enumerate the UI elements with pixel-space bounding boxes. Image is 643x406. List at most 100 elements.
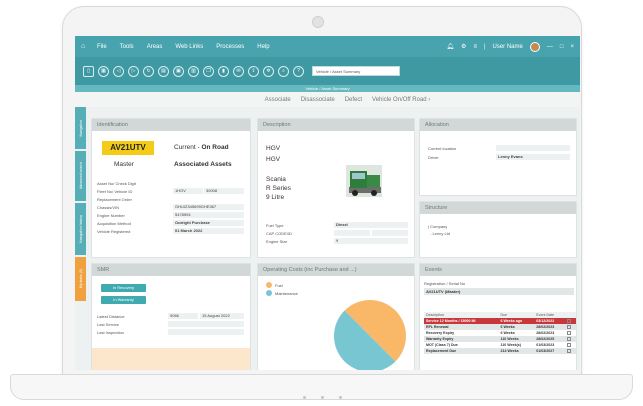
field-label: Latest Distance: [97, 314, 125, 319]
field-label: Fleet No/ Vehicle ID: [97, 189, 133, 194]
events-title: Events: [420, 264, 576, 276]
settings-icon[interactable]: ✲: [263, 65, 274, 77]
field-value: [496, 145, 570, 151]
description-lines: HGV HGV: [266, 143, 280, 165]
edit-icon[interactable]: [566, 325, 571, 330]
page-title: Vehicle / Asset Summary: [75, 85, 580, 92]
legend-item: Fuel: [266, 282, 298, 288]
structure-child[interactable]: - Lenny Ltd: [430, 231, 450, 236]
master-label: Master: [114, 161, 134, 168]
disassociate-button[interactable]: Disassociate: [301, 97, 335, 103]
edit-icon[interactable]: [566, 337, 571, 342]
defect-button[interactable]: Defect: [345, 97, 362, 103]
associated-assets-link[interactable]: Associated Assets: [174, 161, 232, 168]
vehicle-type: HGV: [266, 145, 281, 152]
document-icon[interactable]: ▯: [83, 65, 94, 77]
allocation-title: Allocation: [420, 119, 576, 131]
edit-icon[interactable]: [566, 343, 571, 348]
structure-company[interactable]: | Company: [428, 224, 447, 229]
menu-file[interactable]: File: [97, 44, 107, 50]
help-icon[interactable]: ?: [293, 65, 304, 77]
associate-button[interactable]: Associate: [265, 97, 291, 103]
bell-icon[interactable]: 🔔︎: [446, 43, 454, 50]
field-value: Outright Purchase: [173, 220, 244, 226]
print-icon[interactable]: ▤: [158, 65, 169, 77]
save-icon[interactable]: ▣: [173, 65, 184, 77]
upload-icon[interactable]: ⇪: [248, 65, 259, 77]
field-value: 5478594: [173, 212, 244, 218]
vehicle-class: HGV: [266, 156, 281, 163]
edit-icon[interactable]: [566, 331, 571, 336]
edit-icon[interactable]: [566, 319, 571, 324]
back-icon[interactable]: ◁: [113, 65, 124, 77]
event-date: 01/03/2027: [534, 348, 565, 355]
menu-areas[interactable]: Areas: [147, 44, 163, 50]
copy-icon[interactable]: ❐: [203, 65, 214, 77]
vehicle-on-off-road-button[interactable]: Vehicle On/Off Road ›: [372, 97, 430, 103]
gear-icon[interactable]: ⚙: [461, 43, 466, 50]
current-status: Current - On Road: [174, 144, 229, 151]
minimize-icon[interactable]: —: [547, 44, 553, 50]
tab-navigation[interactable]: Navigation: [75, 107, 86, 149]
field-label: Driver: [428, 155, 439, 160]
mail-icon[interactable]: ✉: [233, 65, 244, 77]
menu-help[interactable]: Help: [257, 44, 269, 50]
action-bar: Associate Disassociate Defect Vehicle On…: [75, 92, 580, 107]
separator: |: [483, 43, 486, 50]
vehicle-make: Scania: [266, 176, 286, 183]
edit-icon[interactable]: [566, 349, 571, 354]
field-value: [168, 321, 244, 327]
field-value: 01 March 2022: [173, 228, 244, 234]
structure-panel: Structure | Company - Lenny Ltd: [419, 201, 577, 258]
events-panel: Events Registration / Serial No AV21UTV …: [419, 263, 577, 370]
field-label: Vehicle Registered: [97, 229, 131, 234]
search-icon[interactable]: ⌕: [278, 65, 289, 77]
legend-label: Maintenance: [275, 290, 298, 296]
field-label: Engine Number: [97, 213, 125, 218]
field-value: Diesel: [334, 222, 408, 228]
field-value: 15 August 2022: [200, 313, 244, 319]
phone-icon[interactable]: ▮: [218, 65, 229, 77]
field-label: Chassis/VIN: [97, 205, 120, 210]
tab-advanced-search[interactable]: Advanced search: [75, 151, 86, 201]
user-name[interactable]: User Name: [493, 44, 523, 50]
field-value: 9066: [168, 313, 198, 319]
tab-my-tasks[interactable]: My tasks (0): [75, 257, 86, 301]
identification-title: Identification: [92, 119, 250, 131]
field-value: [168, 329, 244, 335]
refresh-icon[interactable]: ↻: [143, 65, 154, 77]
in-recovery-button[interactable]: In Recovery: [101, 284, 146, 292]
base-dots: [303, 396, 342, 399]
smr-title: SMR: [92, 264, 250, 276]
field-value: 9: [334, 238, 408, 244]
field-label: Current location: [428, 146, 457, 151]
menu-processes[interactable]: Processes: [216, 44, 244, 50]
forward-icon[interactable]: ▷: [128, 65, 139, 77]
structure-title: Structure: [420, 202, 576, 214]
maximize-icon[interactable]: □: [560, 44, 564, 50]
field-label: Acquisition Method: [97, 221, 131, 226]
grid-icon[interactable]: ▦: [98, 65, 109, 77]
registration-value: AV21UTV (Master): [424, 288, 574, 295]
search-input[interactable]: Vehicle / Asset Summary: [312, 66, 400, 76]
field-value: Lenny Evans: [496, 154, 570, 160]
table-row[interactable]: Replacement Due 214 Weeks 01/03/2027: [424, 348, 576, 355]
field-label: Replacement Order: [97, 197, 132, 202]
menu-tools[interactable]: Tools: [120, 44, 134, 50]
vehicle-model: R Series: [266, 185, 291, 192]
close-icon[interactable]: ×: [570, 44, 574, 50]
report-icon[interactable]: ▥: [188, 65, 199, 77]
legend-swatch: [266, 282, 272, 288]
in-warranty-button[interactable]: In Warranty: [101, 296, 146, 304]
menu-web-links[interactable]: Web Links: [175, 44, 203, 50]
legend-swatch: [266, 290, 272, 296]
smr-panel: SMR In Recovery In Warranty Latest Dista…: [91, 263, 251, 370]
legend-item: Maintenance: [266, 290, 298, 296]
avatar[interactable]: [529, 41, 540, 52]
camera-icon: [312, 16, 324, 28]
app-screen: ⌂ File Tools Areas Web Links Processes H…: [75, 36, 580, 370]
home-icon[interactable]: ⌂: [81, 43, 91, 50]
tab-navigation-history[interactable]: Navigation history: [75, 203, 86, 255]
field-value-extra: [372, 230, 408, 236]
hamburger-icon[interactable]: ≡: [473, 44, 477, 50]
